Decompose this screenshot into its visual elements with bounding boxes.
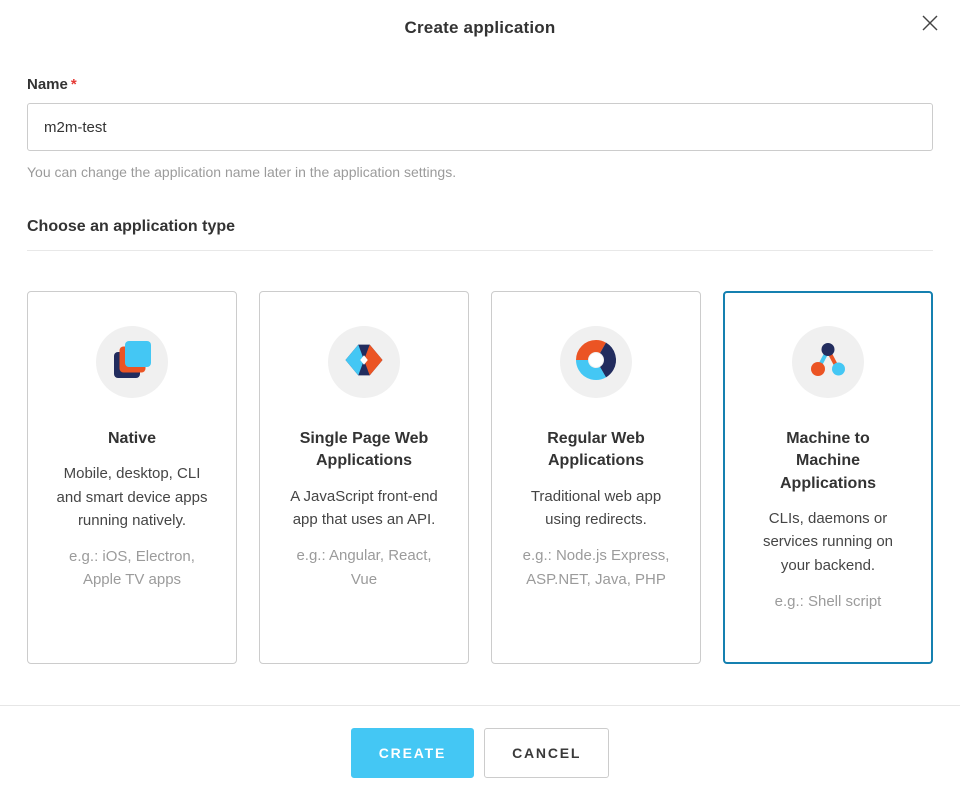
name-help-text: You can change the application name late… xyxy=(27,164,457,180)
card-example: e.g.: iOS, Electron, Apple TV apps xyxy=(69,548,195,589)
close-icon xyxy=(920,13,940,36)
required-asterisk: * xyxy=(70,76,77,93)
card-example: e.g.: Angular, React, Vue xyxy=(296,547,432,588)
icon-circle xyxy=(792,326,864,398)
close-button[interactable] xyxy=(916,10,944,38)
network-nodes-icon xyxy=(806,338,850,387)
create-button[interactable]: CREATE xyxy=(350,728,475,778)
icon-circle xyxy=(96,326,168,398)
modal-title: Create application xyxy=(404,18,556,37)
card-title: Native xyxy=(107,430,157,447)
diamond-chevrons-icon xyxy=(342,338,386,387)
modal-content: Name* You can change the application nam… xyxy=(0,76,960,664)
modal-header: Create application xyxy=(0,0,960,38)
segmented-ring-icon xyxy=(574,338,618,387)
icon-circle xyxy=(328,326,400,398)
application-type-cards: Native Mobile, desktop, CLI and smart de… xyxy=(27,291,933,664)
card-description: Traditional web app using redirects. xyxy=(530,487,662,529)
card-example: e.g.: Shell script xyxy=(774,592,882,610)
card-title: Machine to Machine Applications xyxy=(779,430,876,492)
card-description: CLIs, daemons or services running on you… xyxy=(762,510,894,574)
app-type-card-native[interactable]: Native Mobile, desktop, CLI and smart de… xyxy=(27,291,237,664)
card-description: A JavaScript front-end app that uses an … xyxy=(290,487,438,529)
name-label-row: Name * xyxy=(27,76,933,93)
stacked-squares-icon xyxy=(110,338,154,387)
name-label: Name xyxy=(27,76,68,93)
application-name-input[interactable] xyxy=(27,103,933,151)
card-example: e.g.: Node.js Express, ASP.NET, Java, PH… xyxy=(522,547,670,588)
card-title: Regular Web Applications xyxy=(547,430,645,470)
application-type-heading: Choose an application type xyxy=(27,218,236,235)
card-title: Single Page Web Applications xyxy=(299,430,429,470)
cancel-button[interactable]: CANCEL xyxy=(484,728,610,778)
section-divider xyxy=(27,250,933,251)
app-type-card-spa[interactable]: Single Page Web Applications A JavaScrip… xyxy=(259,291,469,664)
card-description: Mobile, desktop, CLI and smart device ap… xyxy=(56,465,208,529)
app-type-card-regular-web[interactable]: Regular Web Applications Traditional web… xyxy=(491,291,701,664)
app-type-card-machine-to-machine[interactable]: Machine to Machine Applications CLIs, da… xyxy=(723,291,933,664)
modal-footer: CREATE CANCEL xyxy=(0,706,960,794)
icon-circle xyxy=(560,326,632,398)
